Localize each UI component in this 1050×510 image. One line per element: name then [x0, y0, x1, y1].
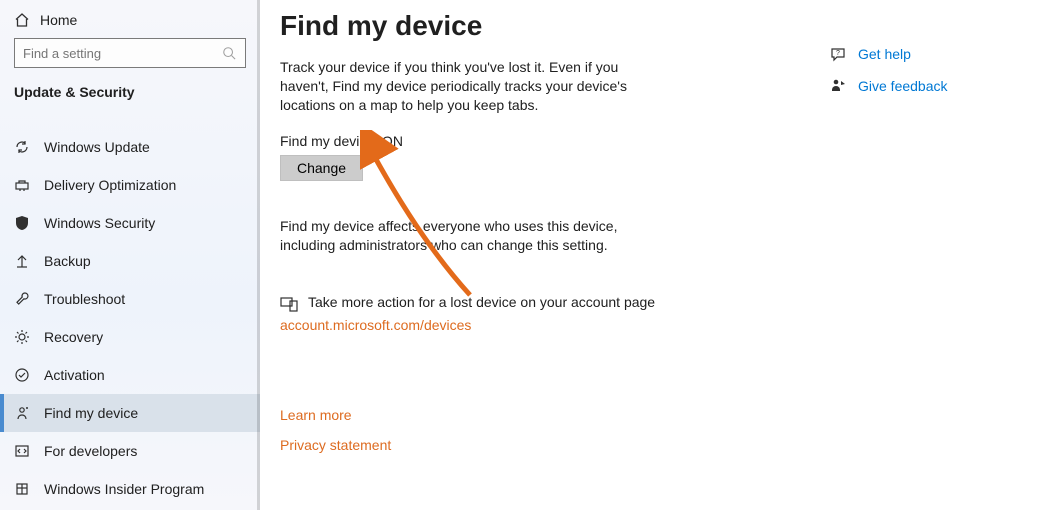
section-title: Update & Security: [0, 78, 260, 112]
delivery-icon: [14, 177, 30, 193]
content-column: Find my device Track your device if you …: [280, 10, 830, 490]
feedback-icon: [830, 78, 846, 94]
insider-icon: [14, 481, 30, 497]
svg-text:?: ?: [836, 50, 840, 57]
sidebar-item-activation[interactable]: Activation: [0, 356, 260, 394]
app-root: Home Update & Security Windows Update: [0, 0, 1050, 510]
sidebar-item-troubleshoot[interactable]: Troubleshoot: [0, 280, 260, 318]
page-title: Find my device: [280, 10, 830, 42]
lost-device-text: Take more action for a lost device on yo…: [308, 294, 655, 310]
search-wrap: [0, 38, 260, 78]
sidebar-item-backup[interactable]: Backup: [0, 242, 260, 280]
change-button[interactable]: Change: [280, 155, 363, 181]
main-content: Find my device Track your device if you …: [260, 0, 1050, 510]
home-button[interactable]: Home: [0, 0, 260, 38]
learn-more-link[interactable]: Learn more: [280, 407, 830, 423]
sidebar-item-label: Windows Security: [44, 215, 155, 231]
affects-text: Find my device affects everyone who uses…: [280, 217, 640, 255]
backup-icon: [14, 253, 30, 269]
sidebar-item-label: Windows Insider Program: [44, 481, 204, 497]
sidebar-item-delivery-optimization[interactable]: Delivery Optimization: [0, 166, 260, 204]
account-devices-link[interactable]: account.microsoft.com/devices: [280, 317, 830, 333]
sidebar-item-recovery[interactable]: Recovery: [0, 318, 260, 356]
sidebar-item-label: Delivery Optimization: [44, 177, 176, 193]
search-input[interactable]: [14, 38, 246, 68]
check-circle-icon: [14, 367, 30, 383]
sidebar-item-find-my-device[interactable]: Find my device: [0, 394, 260, 432]
get-help-label: Get help: [858, 46, 911, 62]
sidebar-item-windows-update[interactable]: Windows Update: [0, 128, 260, 166]
page-description: Track your device if you think you've lo…: [280, 58, 660, 115]
sync-icon: [14, 139, 30, 155]
home-icon: [14, 12, 30, 28]
sidebar-item-windows-insider[interactable]: Windows Insider Program: [0, 470, 260, 508]
wrench-icon: [14, 291, 30, 307]
location-person-icon: [14, 405, 30, 421]
sidebar-item-for-developers[interactable]: For developers: [0, 432, 260, 470]
recovery-icon: [14, 329, 30, 345]
settings-sidebar: Home Update & Security Windows Update: [0, 0, 260, 510]
sidebar-item-label: Troubleshoot: [44, 291, 125, 307]
lost-device-action: Take more action for a lost device on yo…: [280, 294, 830, 313]
help-chat-icon: ?: [830, 46, 846, 62]
sidebar-item-label: Windows Update: [44, 139, 150, 155]
sidebar-item-label: Recovery: [44, 329, 103, 345]
privacy-statement-link[interactable]: Privacy statement: [280, 437, 830, 453]
give-feedback-label: Give feedback: [858, 78, 948, 94]
status-label: Find my device: ON: [280, 133, 830, 149]
sidebar-item-label: Find my device: [44, 405, 138, 421]
developers-icon: [14, 443, 30, 459]
sidebar-nav: Windows Update Delivery Optimization Win…: [0, 112, 260, 508]
home-label: Home: [40, 12, 77, 28]
get-help-link[interactable]: ? Get help: [830, 46, 1030, 62]
sidebar-item-label: Backup: [44, 253, 91, 269]
give-feedback-link[interactable]: Give feedback: [830, 78, 1030, 94]
sidebar-item-label: Activation: [44, 367, 105, 383]
devices-icon: [280, 295, 298, 313]
sidebar-item-label: For developers: [44, 443, 137, 459]
help-pane: ? Get help Give feedback: [830, 10, 1030, 490]
sidebar-item-windows-security[interactable]: Windows Security: [0, 204, 260, 242]
shield-icon: [14, 215, 30, 231]
